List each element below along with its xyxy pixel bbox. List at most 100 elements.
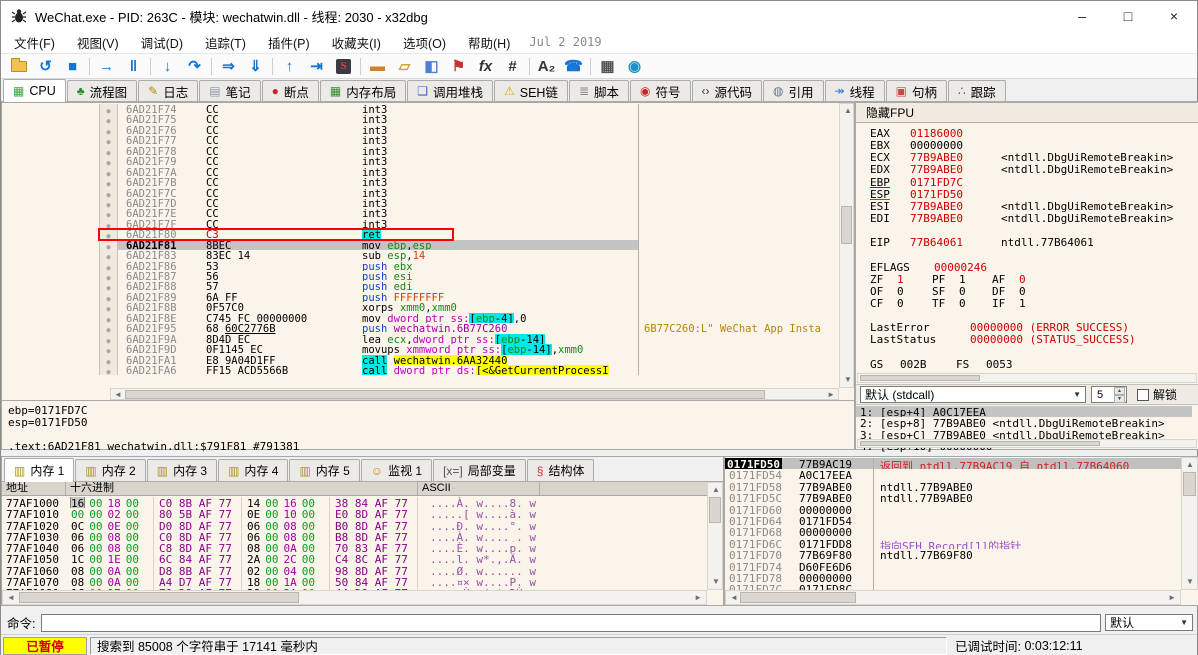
unlock-checkbox[interactable] xyxy=(1137,389,1149,401)
tab-locals[interactable]: [x=]局部变量 xyxy=(433,459,526,481)
tab-seh[interactable]: ⚠SEH链 xyxy=(494,80,568,101)
disassembly-row[interactable]: ●6AD21F9D0F1145 ECmovups xmmword ptr ss:… xyxy=(2,344,839,354)
scroll-down-arrow-icon[interactable]: ▼ xyxy=(1186,578,1194,586)
tab-log[interactable]: ✎日志 xyxy=(138,80,198,101)
function-button[interactable]: fx xyxy=(472,55,499,77)
disassembly-row[interactable]: ●6AD21F7ECCint3 xyxy=(2,208,839,218)
calculator-button[interactable]: ▦ xyxy=(594,55,621,77)
disassembly-row[interactable]: ●6AD21F76CCint3 xyxy=(2,125,839,135)
memory-row[interactable]: 77AF106008000A00D8 8B AF 770200040098 8D… xyxy=(2,565,707,576)
scroll-up-arrow-icon[interactable]: ▲ xyxy=(1186,461,1194,469)
disassembly-row[interactable]: ●6AD21F8756push esi xyxy=(2,271,839,281)
argument-count-stepper[interactable]: 5 ▲▼ xyxy=(1091,386,1127,403)
stack-row[interactable]: 0171FD5C77B9ABE0ntdll.77B9ABE0 xyxy=(725,492,1181,503)
memory-row[interactable]: 77AF104006000800C8 8D AF 7708000A0070 83… xyxy=(2,542,707,553)
tab-source[interactable]: ‹›源代码 xyxy=(692,80,763,101)
scrollbar-thumb[interactable] xyxy=(1183,472,1196,496)
memory-row[interactable]: 77AF10100000020080 5B AF 770E001000E0 8D… xyxy=(2,508,707,519)
disassembly-row[interactable]: ●6AD21F7BCCint3 xyxy=(2,177,839,187)
memory-vertical-scrollbar[interactable]: ▲ ▼ xyxy=(707,482,723,590)
stack-row[interactable]: 0171FD7C0171FD8C xyxy=(725,583,1181,590)
scroll-left-arrow-icon[interactable]: ◄ xyxy=(114,391,122,399)
disassembly-row[interactable]: ●6AD21F7CCCint3 xyxy=(2,188,839,198)
disassembly-row[interactable]: ●6AD21F9568 60C2776Bpush wechatwin.6B77C… xyxy=(2,323,839,333)
step-into-button[interactable]: ↓ xyxy=(154,55,181,77)
scroll-left-arrow-icon[interactable]: ◄ xyxy=(730,594,738,602)
close-button[interactable]: × xyxy=(1151,1,1197,31)
argument-row[interactable]: 2: [esp+8] 77B9ABE0 <ntdll.DbgUiRemoteBr… xyxy=(856,417,1192,428)
menu-item[interactable]: 调试(D) xyxy=(130,33,194,52)
disassembly-row[interactable]: ●6AD21F7FCCint3 xyxy=(2,219,839,229)
disasm-horizontal-scrollbar[interactable]: ◄ ► xyxy=(110,388,839,400)
disassembly-row[interactable]: ●6AD21F8B0F57C0xorps xmm0,xmm0 xyxy=(2,302,839,312)
stepper-down-icon[interactable]: ▼ xyxy=(1114,395,1125,403)
disassembly-row[interactable]: ●6AD21F74CCint3 xyxy=(2,104,839,114)
menu-item[interactable]: 帮助(H) xyxy=(457,33,521,52)
menu-item[interactable]: 收藏夹(I) xyxy=(321,33,392,52)
argument-row[interactable]: 1: [esp+4] A0C17EEA xyxy=(856,406,1192,417)
command-input[interactable] xyxy=(41,614,1101,632)
pause-button[interactable]: ‖ xyxy=(120,55,147,77)
tab-handles[interactable]: ▣句柄 xyxy=(886,80,947,101)
scrollbar-thumb[interactable] xyxy=(125,390,765,399)
disassembly-row[interactable]: ●6AD21F8857push edi xyxy=(2,281,839,291)
comment-button[interactable]: ▱ xyxy=(391,55,418,77)
tab-memory-map[interactable]: ▦内存布局 xyxy=(320,80,406,101)
disassembly-row[interactable]: ●6AD21F7ACCint3 xyxy=(2,167,839,177)
close-debuggee-button[interactable]: ■ xyxy=(59,55,86,77)
tab-struct[interactable]: §结构体 xyxy=(527,459,595,481)
scroll-right-arrow-icon[interactable]: ► xyxy=(827,391,835,399)
stack-row[interactable]: 0171FD6800000000 xyxy=(725,526,1181,537)
stack-row[interactable]: 0171FD6000000000 xyxy=(725,504,1181,515)
menu-item[interactable]: 追踪(T) xyxy=(194,33,257,52)
stack-row[interactable]: 0171FD7077B69F80ntdll.77B69F80 xyxy=(725,549,1181,560)
snowman-button[interactable]: # xyxy=(499,55,526,77)
tab-cpu[interactable]: ▦CPU xyxy=(3,79,66,102)
disassembly-row[interactable]: ●6AD21F896A FFpush FFFFFFFF xyxy=(2,292,839,302)
stepper-buttons[interactable]: ▲▼ xyxy=(1114,387,1125,402)
disassembly-row[interactable]: ●6AD21FA6FF15 ACD5566Bcall dword ptr ds:… xyxy=(2,365,839,375)
disassembly-row[interactable]: ●6AD21F9A8D4D EClea ecx,dword ptr ss:[eb… xyxy=(2,334,839,344)
hide-fpu-button[interactable]: 隐藏FPU xyxy=(856,103,1198,123)
memory-horizontal-scrollbar[interactable]: ◄ ► xyxy=(2,590,707,605)
command-profile-select[interactable]: 默认 ▼ xyxy=(1105,614,1193,631)
tab-watch1[interactable]: ☺监视 1 xyxy=(361,459,432,481)
scrollbar-thumb[interactable] xyxy=(841,206,852,244)
menu-item[interactable]: 视图(V) xyxy=(66,33,130,52)
memory-row[interactable]: 77AF10501C001E006C 84 AF 772A002C00C4 8C… xyxy=(2,553,707,564)
step-over-button[interactable]: ↷ xyxy=(181,55,208,77)
disassembly-row[interactable]: ●6AD21F79CCint3 xyxy=(2,156,839,166)
step-out-button[interactable]: ↑ xyxy=(276,55,303,77)
disassembly-row[interactable]: ●6AD21F77CCint3 xyxy=(2,135,839,145)
scrollbar-thumb[interactable] xyxy=(709,497,721,523)
scroll-right-arrow-icon[interactable]: ► xyxy=(694,594,702,602)
disassembly-row[interactable]: ●6AD21F7DCCint3 xyxy=(2,198,839,208)
remote-debug-button[interactable]: ☎ xyxy=(560,55,587,77)
disassembly-row[interactable]: ●6AD21F8EC745 FC 00000000mov dword ptr s… xyxy=(2,313,839,323)
attach-button[interactable]: ⇥ xyxy=(303,55,330,77)
scrollbar-thumb[interactable] xyxy=(860,441,1100,446)
scroll-down-arrow-icon[interactable]: ▼ xyxy=(844,376,852,384)
run-to-user-code-button[interactable]: ⇓ xyxy=(242,55,269,77)
stack-row[interactable]: 0171FD54A0C17EEA xyxy=(725,469,1181,480)
menu-item[interactable]: 插件(P) xyxy=(257,33,321,52)
maximize-button[interactable]: □ xyxy=(1105,1,1151,31)
disassembly-row[interactable]: ●6AD21F8383EC 14sub esp,14 xyxy=(2,250,839,260)
patch-button[interactable]: ▬ xyxy=(364,55,391,77)
menu-item[interactable]: 文件(F) xyxy=(3,33,66,52)
scrollbar-thumb[interactable] xyxy=(740,592,856,603)
stack-row[interactable]: 0171FD6C0171FDD8指向SEH_Record[1]的指针 xyxy=(725,538,1181,549)
scroll-right-arrow-icon[interactable]: ► xyxy=(1168,594,1176,602)
disassembly-row[interactable]: ●6AD21F78CCint3 xyxy=(2,146,839,156)
disassembly-row[interactable]: ●6AD21FA1E8 9A04D1FFcall wechatwin.6AA32… xyxy=(2,355,839,365)
tab-call-stack[interactable]: ❏调用堆栈 xyxy=(407,80,493,101)
restart-button[interactable]: ↺ xyxy=(32,55,59,77)
tab-dump5[interactable]: ▥内存 5 xyxy=(289,459,359,481)
scroll-up-arrow-icon[interactable]: ▲ xyxy=(712,486,720,494)
stack-row[interactable]: 0171FD7800000000 xyxy=(725,572,1181,583)
disassembly-row[interactable]: ●6AD21F818BECmov ebp,esp xyxy=(2,240,839,250)
label-button[interactable]: ◧ xyxy=(418,55,445,77)
calling-convention-select[interactable]: 默认 (stdcall) ▼ xyxy=(860,386,1086,403)
tab-script[interactable]: ≣脚本 xyxy=(569,80,629,101)
stack-horizontal-scrollbar[interactable]: ◄ ► xyxy=(725,590,1181,605)
